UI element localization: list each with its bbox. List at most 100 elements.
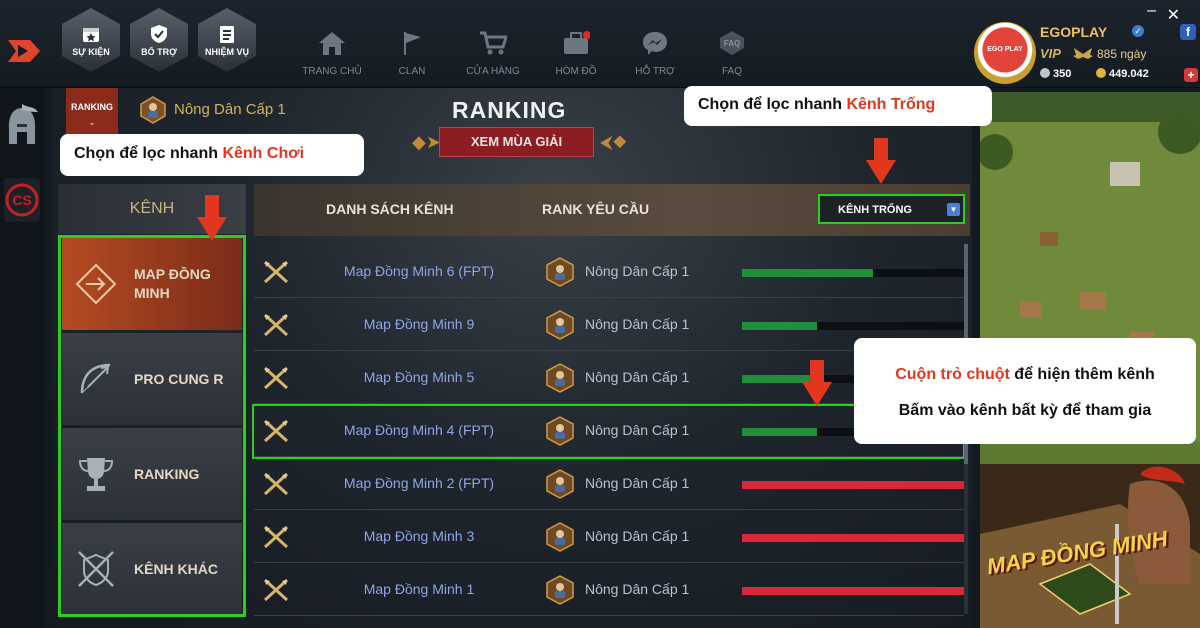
channel-name[interactable]: Map Đồng Minh 1 — [294, 581, 544, 597]
nav-inventory[interactable]: HÒM ĐỒ — [536, 28, 616, 82]
occupancy-bar — [742, 587, 964, 595]
crossed-swords-icon — [263, 472, 289, 496]
crossed-swords-icon — [263, 578, 289, 602]
nav-inventory-label: HÒM ĐỒ — [555, 66, 597, 77]
occupancy-fill — [742, 587, 964, 595]
category-highlight-box — [58, 235, 246, 617]
wings-icon — [1073, 48, 1093, 59]
messenger-icon — [640, 28, 670, 58]
ornament-left-icon: ◆➤ — [412, 132, 441, 152]
silver-coin-icon — [1040, 68, 1050, 78]
rank-badge-icon — [546, 469, 574, 499]
profile-panel: EGO PLAY EGOPLAY ✓ f VIP 885 ngày 350 44… — [972, 18, 1200, 92]
nav-home[interactable]: TRANG CHỦ — [292, 28, 372, 82]
faq-icon: FAQ — [717, 28, 747, 58]
rank-badge-icon — [140, 96, 166, 124]
ranking-tab-label: RANKING — [71, 102, 113, 112]
nav-home-label: TRANG CHỦ — [302, 66, 362, 77]
arrow-down-icon — [802, 360, 832, 406]
callout-text: Chọn để lọc nhanh — [74, 145, 223, 162]
callout-text: Bấm vào kênh bất kỳ để tham gia — [898, 402, 1152, 419]
svg-text:CS: CS — [12, 192, 31, 208]
required-rank: Nông Dân Cấp 1 — [585, 316, 690, 332]
aoe-helmet-icon[interactable] — [4, 104, 40, 150]
cart-icon — [478, 28, 508, 58]
home-icon — [317, 28, 347, 58]
filter-label: KÊNH TRỐNG — [838, 204, 912, 216]
page-title: RANKING — [452, 97, 567, 123]
nav-help-label: HỖ TRỢ — [635, 66, 675, 77]
avatar-text: EGO PLAY — [987, 46, 1023, 53]
rank-badge-icon — [546, 575, 574, 605]
ranking-tab[interactable]: RANKING ⌄ — [66, 88, 118, 136]
svg-text:FAQ: FAQ — [724, 39, 740, 48]
occupancy-bar — [742, 269, 964, 277]
required-rank: Nông Dân Cấp 1 — [585, 475, 690, 491]
nav-clan[interactable]: CLAN — [372, 28, 452, 82]
occupancy-fill — [742, 534, 964, 542]
egoplay-logo[interactable] — [4, 34, 44, 68]
required-rank: Nông Dân Cấp 1 — [585, 369, 690, 385]
table-row[interactable]: Map Đồng Minh 2 (FPT) Nông Dân Cấp 1 — [254, 457, 964, 510]
cs-game-icon[interactable]: CS — [4, 178, 40, 222]
chevron-down-icon[interactable]: ▼ — [947, 203, 960, 216]
required-rank: Nông Dân Cấp 1 — [585, 263, 690, 279]
channel-name[interactable]: Map Đồng Minh 2 (FPT) — [294, 475, 544, 491]
crossed-swords-icon — [263, 525, 289, 549]
callout-text: để hiện thêm kênh — [1009, 366, 1155, 383]
occupancy-bar — [742, 534, 964, 542]
occupancy-bar — [742, 322, 964, 330]
callout-text: Chọn để lọc nhanh — [698, 96, 847, 113]
channel-name[interactable]: Map Đồng Minh 6 (FPT) — [294, 263, 544, 279]
channel-name[interactable]: Map Đồng Minh 3 — [294, 528, 544, 544]
crossed-swords-icon — [263, 260, 289, 284]
column-rank-required: RANK YÊU CẦU — [542, 201, 650, 217]
callout-highlight: Kênh Chơi — [222, 145, 305, 162]
callout-filter-playing: Chọn để lọc nhanh Kênh Chơi — [60, 134, 364, 176]
required-rank: Nông Dân Cấp 1 — [585, 581, 690, 597]
required-rank: Nông Dân Cấp 1 — [585, 528, 690, 544]
gold-coin-icon — [1096, 68, 1106, 78]
table-row[interactable]: Map Đồng Minh 3 Nông Dân Cấp 1 — [254, 510, 964, 563]
crossed-swords-icon — [263, 313, 289, 337]
callout-filter-empty: Chọn để lọc nhanh Kênh Trống — [684, 86, 992, 126]
callout-scroll-join: Cuộn trỏ chuột để hiện thêm kênh Bấm vào… — [854, 338, 1196, 444]
occupancy-fill — [742, 269, 873, 277]
player-rank-level: Nông Dân Cấp 1 — [174, 101, 286, 118]
view-season-button[interactable]: XEM MÙA GIẢI — [439, 127, 594, 157]
callout-highlight: Cuộn trỏ chuột — [895, 366, 1010, 383]
nav-help[interactable]: HỖ TRỢ — [615, 28, 695, 82]
player-name: EGOPLAY — [1040, 24, 1108, 40]
nav-faq[interactable]: FAQ FAQ — [692, 28, 772, 82]
occupancy-fill — [742, 481, 964, 489]
gold-balance: 449.042 — [1109, 68, 1149, 80]
event-label: SỰ KIỆN — [72, 47, 110, 57]
nav-shop[interactable]: CỬA HÀNG — [453, 28, 533, 82]
add-funds-button[interactable]: + — [1184, 68, 1198, 82]
avatar[interactable]: EGO PLAY — [974, 22, 1036, 84]
quests-label: NHIỆM VỤ — [204, 47, 249, 57]
channel-name[interactable]: Map Đồng Minh 5 — [294, 369, 544, 385]
crossed-swords-icon — [263, 366, 289, 390]
nav-shop-label: CỬA HÀNG — [466, 66, 520, 77]
arrow-down-icon — [866, 138, 896, 184]
chevron-down-icon: ⌄ — [88, 118, 96, 127]
column-channel-list: DANH SÁCH KÊNH — [326, 201, 454, 217]
chest-icon — [561, 28, 591, 58]
table-row[interactable]: Map Đồng Minh 6 (FPT) Nông Dân Cấp 1 — [254, 245, 964, 298]
rank-badge-icon — [546, 257, 574, 287]
arrow-down-icon — [197, 195, 227, 241]
vip-label: VIP — [1040, 46, 1061, 61]
silver-balance: 350 — [1053, 68, 1072, 80]
nav-clan-label: CLAN — [398, 66, 426, 77]
checklist-icon — [216, 23, 238, 45]
support-items-label: BỔ TRỢ — [141, 47, 177, 57]
facebook-icon[interactable]: f — [1180, 24, 1196, 40]
rank-badge-icon — [546, 310, 574, 340]
table-row[interactable]: Map Đồng Minh 1 Nông Dân Cấp 1 — [254, 563, 964, 616]
channel-name[interactable]: Map Đồng Minh 9 — [294, 316, 544, 332]
callout-highlight: Kênh Trống — [846, 96, 936, 113]
nav-faq-label: FAQ — [721, 66, 742, 77]
flag-icon — [397, 28, 427, 58]
verified-icon: ✓ — [1132, 25, 1144, 37]
